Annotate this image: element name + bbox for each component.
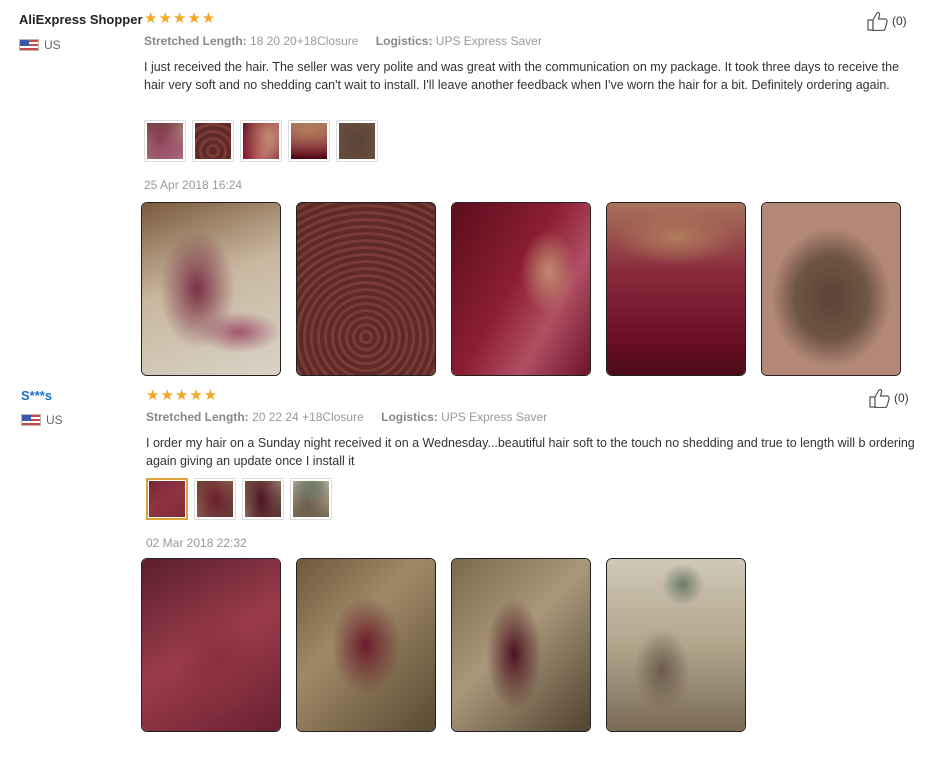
thumbnail-image[interactable]	[242, 478, 284, 520]
review-photo[interactable]	[451, 558, 591, 732]
thumbnail-image[interactable]	[288, 120, 330, 162]
photo-gallery	[141, 202, 901, 376]
logistics-value: UPS Express Saver	[435, 34, 542, 48]
thumbnail-strip	[146, 478, 332, 520]
helpful-count: (0)	[892, 14, 907, 28]
review-item: S***s US ★★★★★ (0) Stretched Length: 20 …	[0, 378, 950, 770]
star-rating: ★★★★★	[146, 387, 219, 404]
thumbs-up-icon	[869, 389, 890, 408]
review-photo[interactable]	[451, 202, 591, 376]
review-photo[interactable]	[296, 202, 436, 376]
thumbnail-strip	[144, 120, 378, 162]
review-photo[interactable]	[141, 558, 281, 732]
photo-gallery	[141, 558, 746, 732]
helpful-button[interactable]: (0)	[867, 11, 907, 31]
helpful-count: (0)	[894, 391, 909, 405]
thumbnail-image[interactable]	[290, 478, 332, 520]
thumbnail-image[interactable]	[192, 120, 234, 162]
stretched-length-value: 20 22 24 +18Closure	[252, 410, 364, 424]
review-photo[interactable]	[606, 202, 746, 376]
review-photo[interactable]	[296, 558, 436, 732]
country-code: US	[44, 38, 61, 52]
review-attributes: Stretched Length: 18 20 20+18Closure Log…	[144, 34, 542, 48]
thumbnail-image[interactable]	[240, 120, 282, 162]
review-date: 25 Apr 2018 16:24	[144, 178, 243, 192]
us-flag-icon	[19, 39, 39, 51]
helpful-button[interactable]: (0)	[869, 388, 909, 408]
stretched-length-label: Stretched Length:	[144, 34, 247, 48]
review-attributes: Stretched Length: 20 22 24 +18Closure Lo…	[146, 410, 547, 424]
reviewer-country: US	[19, 38, 61, 52]
star-rating: ★★★★★	[144, 10, 217, 27]
reviewer-name: AliExpress Shopper	[19, 12, 143, 27]
review-text: I just received the hair. The seller was…	[144, 60, 900, 92]
review-text: I order my hair on a Sunday night receiv…	[146, 436, 915, 468]
us-flag-icon	[21, 414, 41, 426]
reviewer-name[interactable]: S***s	[21, 388, 52, 403]
country-code: US	[46, 413, 63, 427]
review-date: 02 Mar 2018 22:32	[146, 536, 247, 550]
reviewer-country: US	[21, 413, 63, 427]
stretched-length-value: 18 20 20+18Closure	[250, 34, 359, 48]
review-photo[interactable]	[606, 558, 746, 732]
stretched-length-label: Stretched Length:	[146, 410, 249, 424]
review-item: AliExpress Shopper US ★★★★★ (0) Stretche…	[0, 0, 950, 378]
review-photo[interactable]	[141, 202, 281, 376]
review-photo[interactable]	[761, 202, 901, 376]
thumbnail-image[interactable]	[144, 120, 186, 162]
thumbnail-image-selected[interactable]	[146, 478, 188, 520]
thumbnail-image[interactable]	[336, 120, 378, 162]
logistics-label: Logistics:	[375, 34, 433, 48]
thumbnail-image[interactable]	[194, 478, 236, 520]
logistics-label: Logistics:	[381, 410, 438, 424]
logistics-value: UPS Express Saver	[441, 410, 548, 424]
thumbs-up-icon	[867, 12, 888, 31]
